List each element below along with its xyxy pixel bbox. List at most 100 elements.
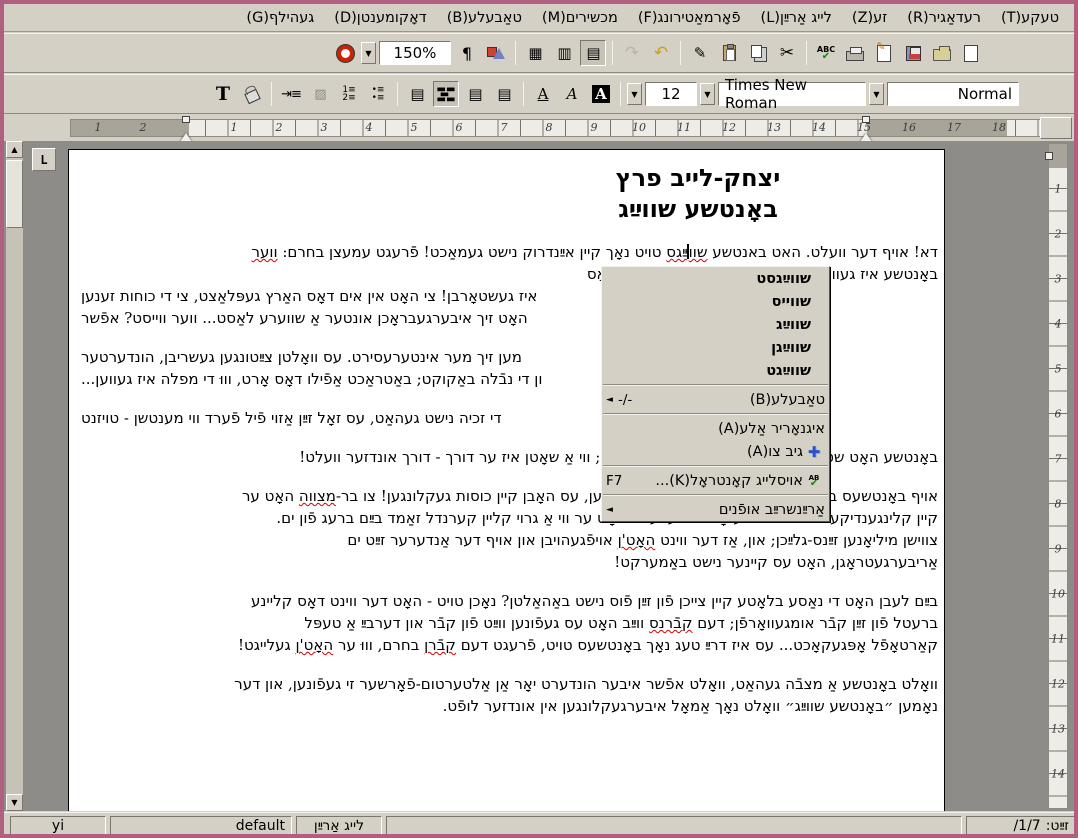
menu-separator: [603, 494, 828, 496]
menu-edit[interactable]: רעדאַגיר(R): [898, 7, 990, 29]
tab-stop-selector-button[interactable]: L: [32, 148, 56, 171]
horizontal-ruler-row: 21123456789101112131415161718: [4, 115, 1074, 141]
indent-decrease-button[interactable]: ⇥≡: [278, 81, 304, 107]
data-grid-button[interactable]: ▦: [522, 40, 548, 66]
page-number-field[interactable]: זײַט: /1/7: [966, 816, 1076, 836]
undo-icon: ↶: [654, 43, 668, 63]
suggestion-item[interactable]: שווייס: [602, 290, 829, 313]
vertical-ruler[interactable]: 123456789101112131415: [1048, 143, 1068, 809]
misspelled-word: קבֿרנס: [649, 614, 693, 632]
suggestion-item[interactable]: שווײַג: [602, 313, 829, 336]
ruler-number: 11: [1049, 633, 1067, 646]
italic-button[interactable]: A: [559, 81, 585, 107]
bold-button[interactable]: A: [588, 81, 614, 107]
ruler-number: 2: [1049, 228, 1067, 241]
vertical-scrollbar[interactable]: ▲ ▼: [6, 141, 23, 811]
misspelled-word: מצווה: [299, 487, 336, 505]
scroll-down-button[interactable]: ▼: [6, 794, 23, 811]
ruler-number: 11: [677, 121, 691, 134]
pen-button[interactable]: ✎: [687, 40, 713, 66]
paste-button[interactable]: [716, 40, 742, 66]
paragraph: וואָלט באָנטשע אַ מצבֿה געהאַט, וואָלט א…: [81, 673, 938, 717]
align-right-button[interactable]: ▬▬ ▬▬▬: [433, 81, 459, 107]
redo-button[interactable]: ↷: [619, 40, 645, 66]
indent-increase-button[interactable]: ▨: [307, 81, 333, 107]
cut-button[interactable]: ✂: [774, 40, 800, 66]
text-run: מען זיך מער אינטערעסירט. עס וואָלטן צײַט…: [81, 348, 522, 366]
suggestion-item[interactable]: שווײַגט: [602, 359, 829, 382]
columns-layout-button[interactable]: ▥: [551, 40, 577, 66]
spellcheck-button[interactable]: ABC✔: [813, 40, 839, 66]
scrollbar-thumb[interactable]: [6, 160, 23, 228]
menu-item-label: אויסלייג קאָנטראָל(K)...: [630, 473, 803, 489]
font-color-button[interactable]: T: [210, 81, 236, 107]
autocorrect-item[interactable]: אַרײַנשרײַב אופֿנים◄: [602, 498, 829, 521]
language-value: -/-: [618, 392, 632, 408]
bullets-icon: •≡•≡: [372, 86, 385, 102]
align-center-button[interactable]: ▤: [462, 81, 488, 107]
word-language-item[interactable]: טאַבעלע(B)-/-◄: [602, 388, 829, 411]
menu-tools[interactable]: מכשירים(M): [533, 7, 627, 29]
ruler-number: 5: [1049, 363, 1067, 376]
align-left-button[interactable]: ▤: [491, 81, 517, 107]
justify-button[interactable]: ▤: [404, 81, 430, 107]
text-run: ון די נבֿלה באַקוקט; באַטראַכט אַפֿילו ד…: [81, 370, 542, 388]
ruler-number: 16: [902, 121, 916, 134]
paragraph-style-dropdown-arrow[interactable]: ▼: [869, 83, 884, 105]
toolbar-standard: ▼150%¶ ▦▥▤ ↷ ↶ ✎ ✂ ABC✔ ✎: [4, 33, 1074, 73]
language-field[interactable]: yi: [10, 816, 106, 836]
indent-marker-right-top[interactable]: [862, 116, 870, 123]
underline-button[interactable]: A: [530, 81, 556, 107]
highlighting-icon: [244, 88, 260, 103]
top-margin-handle[interactable]: [1045, 152, 1053, 160]
indent-marker-left-top[interactable]: [182, 116, 190, 123]
numbering-button[interactable]: 1≡2≡: [336, 81, 362, 107]
zoom-field[interactable]: 150%: [379, 41, 451, 65]
suggestion-item[interactable]: שווײַגן: [602, 336, 829, 359]
print-button[interactable]: [842, 40, 868, 66]
ruler-number: 3: [321, 121, 328, 134]
horizontal-ruler[interactable]: 21123456789101112131415161718: [70, 119, 1044, 137]
draw-functions-button[interactable]: [483, 40, 509, 66]
edit-file-button[interactable]: ✎: [871, 40, 897, 66]
ruler-number: 1: [95, 121, 102, 134]
font-name-field[interactable]: Times New Roman: [718, 82, 866, 106]
undo-button[interactable]: ↶: [648, 40, 674, 66]
insert-mode-field[interactable]: לייג אַרײַן: [296, 816, 382, 836]
paragraph-style-field[interactable]: Normal: [887, 82, 1019, 106]
menu-file[interactable]: טעקע(T): [992, 7, 1068, 29]
ignore-all-item[interactable]: איגנאָריר אַלע(A): [602, 417, 829, 440]
language-value: yi: [52, 818, 64, 834]
menu-view[interactable]: זע(Z): [843, 7, 896, 29]
paragraph: בײַם לעבן האָט די נאַסע בלאָטע קיין צייכ…: [81, 590, 938, 656]
font-size-dropdown-arrow[interactable]: ▼: [627, 83, 642, 105]
toolbar-separator: [620, 82, 621, 106]
online-layout-button[interactable]: ▤: [580, 40, 606, 66]
ruler-number: 2: [140, 121, 147, 134]
ruler-corner-button[interactable]: [1040, 117, 1072, 139]
copy-button[interactable]: [745, 40, 771, 66]
new-document-button[interactable]: [958, 40, 984, 66]
scroll-up-button[interactable]: ▲: [6, 141, 23, 158]
suggestion-item[interactable]: שווײַגסט: [602, 267, 829, 290]
zoom-dropdown-arrow[interactable]: ▼: [361, 42, 376, 64]
open-button[interactable]: [929, 40, 955, 66]
menu-table[interactable]: טאַבעלע(B): [438, 7, 531, 29]
formatting-marks-button[interactable]: ¶: [454, 40, 480, 66]
paste-icon: [723, 45, 736, 61]
font-name-dropdown-arrow[interactable]: ▼: [700, 83, 715, 105]
text-run: דא! אויף דער וועלט. האט באנטשע: [707, 243, 938, 261]
add-item[interactable]: ✚גיב צו(A): [602, 440, 829, 463]
spellcheck-item[interactable]: AB✔אויסלייג קאָנטראָל(K)...F7: [602, 469, 829, 492]
menu-help[interactable]: געהילף(G): [237, 7, 323, 29]
page-style-field[interactable]: default: [110, 816, 292, 836]
navigator-button[interactable]: [332, 40, 358, 66]
menu-insert[interactable]: לייג אַרײַן(L): [752, 7, 841, 29]
bullets-button[interactable]: •≡•≡: [365, 81, 391, 107]
save-button[interactable]: [900, 40, 926, 66]
font-size-field[interactable]: 12: [645, 82, 697, 106]
ruler-number: 1: [231, 121, 238, 134]
menu-format[interactable]: פֿאָרמאַטירונג(F): [629, 7, 750, 29]
menu-window[interactable]: דאָקומענטן(D): [325, 7, 435, 29]
highlighting-button[interactable]: [239, 81, 265, 107]
